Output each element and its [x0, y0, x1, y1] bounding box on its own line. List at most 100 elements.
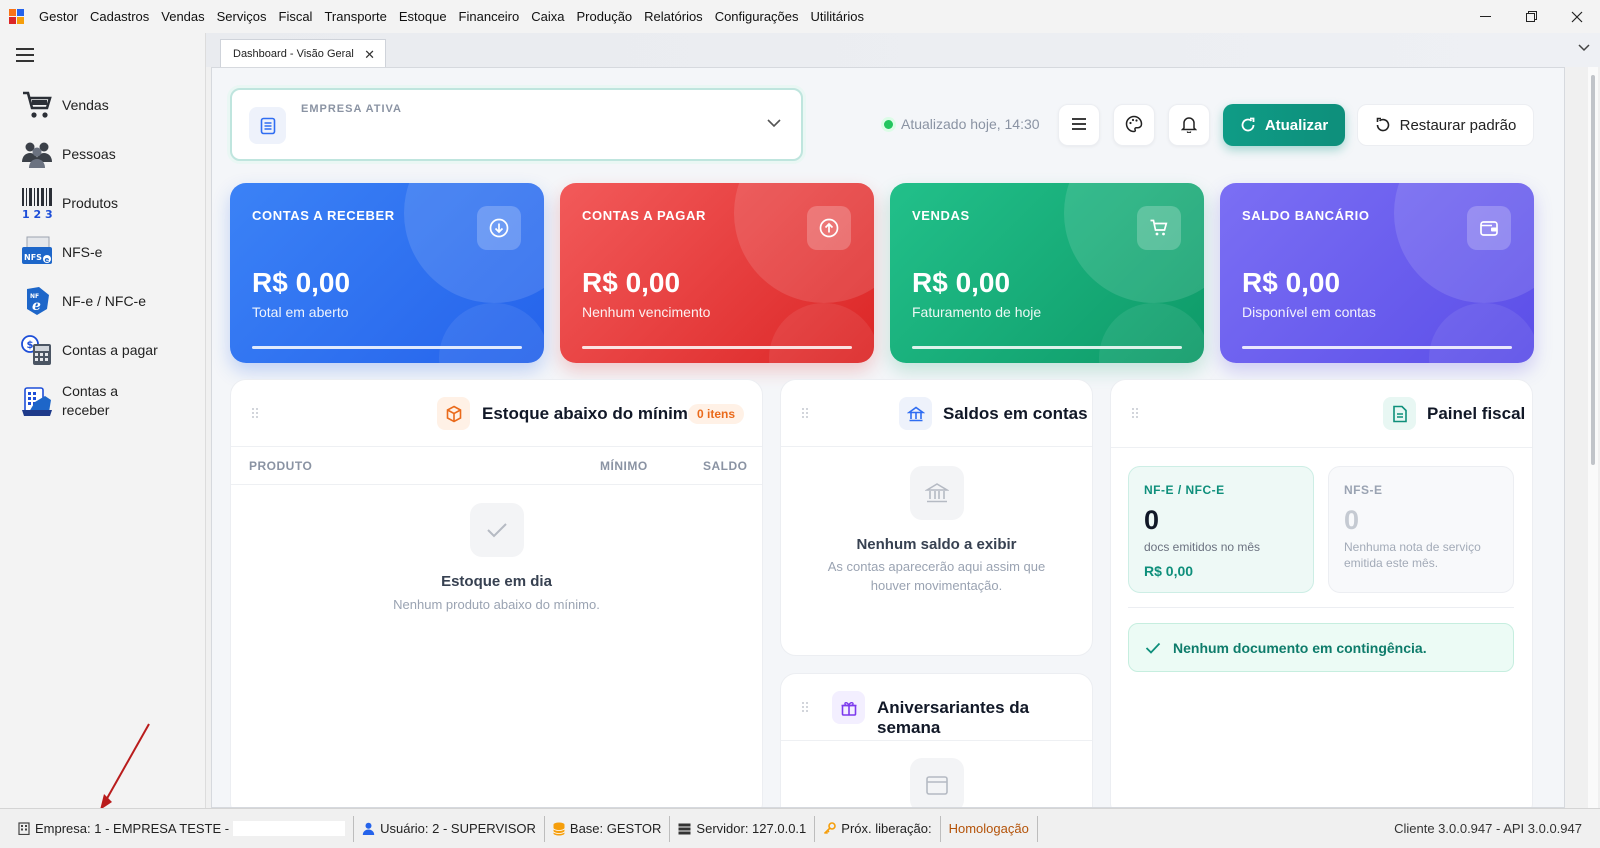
empty-title: Estoque em dia [441, 573, 552, 590]
svg-text:e: e [45, 256, 50, 264]
menu-button[interactable] [1058, 104, 1100, 146]
vertical-scrollbar[interactable] [1588, 67, 1598, 808]
status-badge: 0 itens [688, 404, 745, 424]
status-prox-liberacao[interactable]: Próx. liberação: [815, 815, 941, 842]
menu-transporte[interactable]: Transporte [318, 0, 392, 33]
close-window-button[interactable] [1554, 0, 1600, 33]
cash-register-icon [20, 384, 54, 418]
column-header: SALDO [703, 459, 748, 473]
sidebar-item-nfe[interactable]: NF e NF-e / NFC-e [20, 284, 162, 318]
menu-cadastros[interactable]: Cadastros [84, 0, 155, 33]
kpi-subtitle: Faturamento de hoje [912, 304, 1042, 320]
atualizar-button[interactable]: Atualizar [1223, 104, 1345, 146]
building-icon [18, 822, 30, 835]
nfse-icon: NFS e [20, 235, 54, 269]
card-saldos: Saldos em contas Nenhum saldo a exibir A… [780, 379, 1093, 656]
status-bar: Empresa: 1 - EMPRESA TESTE - Usuário: 2 … [0, 808, 1600, 848]
menu-servicos[interactable]: Serviços [211, 0, 273, 33]
menu-fiscal[interactable]: Fiscal [273, 0, 319, 33]
sidebar-item-contas-receber[interactable]: Contas a receber [20, 382, 162, 420]
menu-utilitarios[interactable]: Utilitários [805, 0, 870, 33]
key-icon [823, 822, 837, 835]
tab-dashboard[interactable]: Dashboard - Visão Geral ✕ [220, 39, 386, 68]
drag-handle-icon[interactable] [252, 408, 260, 418]
sidebar-item-vendas[interactable]: Vendas [20, 88, 162, 122]
menu-producao[interactable]: Produção [571, 0, 639, 33]
empresa-ativa-select[interactable]: EMPRESA ATIVA [230, 88, 803, 161]
status-homologacao[interactable]: Homologação [941, 815, 1038, 842]
fiscal-nfse-box[interactable]: NFS-E 0 Nenhuma nota de serviço emitida … [1328, 466, 1514, 593]
theme-button[interactable] [1113, 104, 1155, 146]
check-icon [1145, 642, 1161, 654]
menu-financeiro[interactable]: Financeiro [453, 0, 526, 33]
kpi-value: R$ 0,00 [252, 267, 351, 298]
card-aniversariantes: Aniversariantes da semana [780, 673, 1093, 807]
status-servidor[interactable]: Servidor: 127.0.0.1 [670, 815, 816, 842]
menu-bar: Gestor Cadastros Vendas Serviços Fiscal … [0, 0, 1600, 33]
version-text: Cliente 3.0.0.947 - API 3.0.0.947 [1394, 821, 1582, 836]
fiscal-subtitle: docs emitidos no mês [1144, 540, 1261, 554]
sidebar-item-label: Pessoas [62, 145, 116, 162]
bank-icon [910, 466, 964, 520]
calculator-icon: $ [20, 333, 54, 367]
status-empresa[interactable]: Empresa: 1 - EMPRESA TESTE - [0, 815, 355, 842]
bell-icon [1180, 115, 1198, 136]
nfe-icon: NF e [20, 284, 54, 318]
menu-estoque[interactable]: Estoque [393, 0, 453, 33]
svg-text:e: e [32, 298, 41, 314]
menu-configuracoes[interactable]: Configurações [709, 0, 805, 33]
arrow-down-circle-icon [477, 206, 521, 250]
minimize-button[interactable] [1462, 0, 1508, 33]
prox-text: Próx. liberação: [841, 821, 932, 836]
sidebar-item-contas-pagar[interactable]: $ Contas a pagar [20, 333, 162, 367]
restore-button[interactable] [1508, 0, 1554, 33]
empresa-text: Empresa: 1 - EMPRESA TESTE - [35, 821, 230, 836]
drag-handle-icon[interactable] [1132, 408, 1140, 418]
sidebar-item-label: Vendas [62, 96, 109, 113]
restaurar-padrao-button[interactable]: Restaurar padrão [1357, 104, 1534, 146]
server-icon [678, 823, 691, 835]
kpi-progress-bar [912, 346, 1182, 349]
atualizar-label: Atualizar [1264, 116, 1329, 134]
status-usuario[interactable]: Usuário: 2 - SUPERVISOR [354, 815, 545, 842]
kpi-title: VENDAS [912, 208, 970, 223]
hamburger-icon[interactable] [16, 48, 34, 66]
drag-handle-icon[interactable] [802, 408, 810, 418]
fiscal-label: NFS-E [1344, 483, 1383, 497]
menu-relatorios[interactable]: Relatórios [638, 0, 709, 33]
status-text: Atualizado hoje, 14:30 [901, 116, 1040, 132]
sidebar-item-pessoas[interactable]: Pessoas [20, 137, 162, 171]
fiscal-nfe-box[interactable]: NF-E / NFC-E 0 docs emitidos no mês R$ 0… [1128, 466, 1314, 593]
fiscal-count: 0 [1144, 505, 1160, 535]
database-icon [553, 822, 565, 836]
wallet-icon [1467, 206, 1511, 250]
kpi-progress-bar [582, 346, 852, 349]
kpi-title: CONTAS A RECEBER [252, 208, 395, 223]
sidebar-item-label: Produtos [62, 194, 119, 211]
kpi-subtitle: Total em aberto [252, 304, 349, 320]
sidebar-item-nfse[interactable]: NFS e NFS-e [20, 235, 162, 269]
notifications-button[interactable] [1168, 104, 1210, 146]
kpi-saldo-bancario[interactable]: SALDO BANCÁRIO R$ 0,00 Disponível em con… [1220, 183, 1534, 363]
menu-vendas[interactable]: Vendas [155, 0, 210, 33]
drag-handle-icon[interactable] [802, 702, 810, 712]
file-text-icon [1383, 397, 1416, 430]
box-icon [437, 397, 470, 430]
kpi-contas-receber[interactable]: CONTAS A RECEBER R$ 0,00 Total em aberto [230, 183, 544, 363]
list-icon [1071, 117, 1087, 133]
kpi-progress-bar [1242, 346, 1512, 349]
chevron-down-icon[interactable] [1578, 41, 1590, 55]
close-icon[interactable]: ✕ [364, 47, 375, 63]
sidebar-item-produtos[interactable]: 1 2 3 Produtos [20, 186, 162, 220]
kpi-contas-pagar[interactable]: CONTAS A PAGAR R$ 0,00 Nenhum vencimento [560, 183, 874, 363]
base-text: Base: GESTOR [569, 821, 662, 836]
menu-caixa[interactable]: Caixa [525, 0, 570, 33]
svg-text:NFS: NFS [24, 253, 42, 262]
status-dot-icon [884, 119, 893, 129]
menu-gestor[interactable]: Gestor [33, 0, 84, 33]
kpi-vendas[interactable]: VENDAS R$ 0,00 Faturamento de hoje [890, 183, 1204, 363]
status-base[interactable]: Base: GESTOR [545, 815, 671, 842]
dashboard-main: EMPRESA ATIVA Atualizado hoje, 14:30 Atu… [211, 67, 1565, 808]
chevron-down-icon [767, 116, 781, 131]
kpi-subtitle: Nenhum vencimento [582, 304, 711, 320]
